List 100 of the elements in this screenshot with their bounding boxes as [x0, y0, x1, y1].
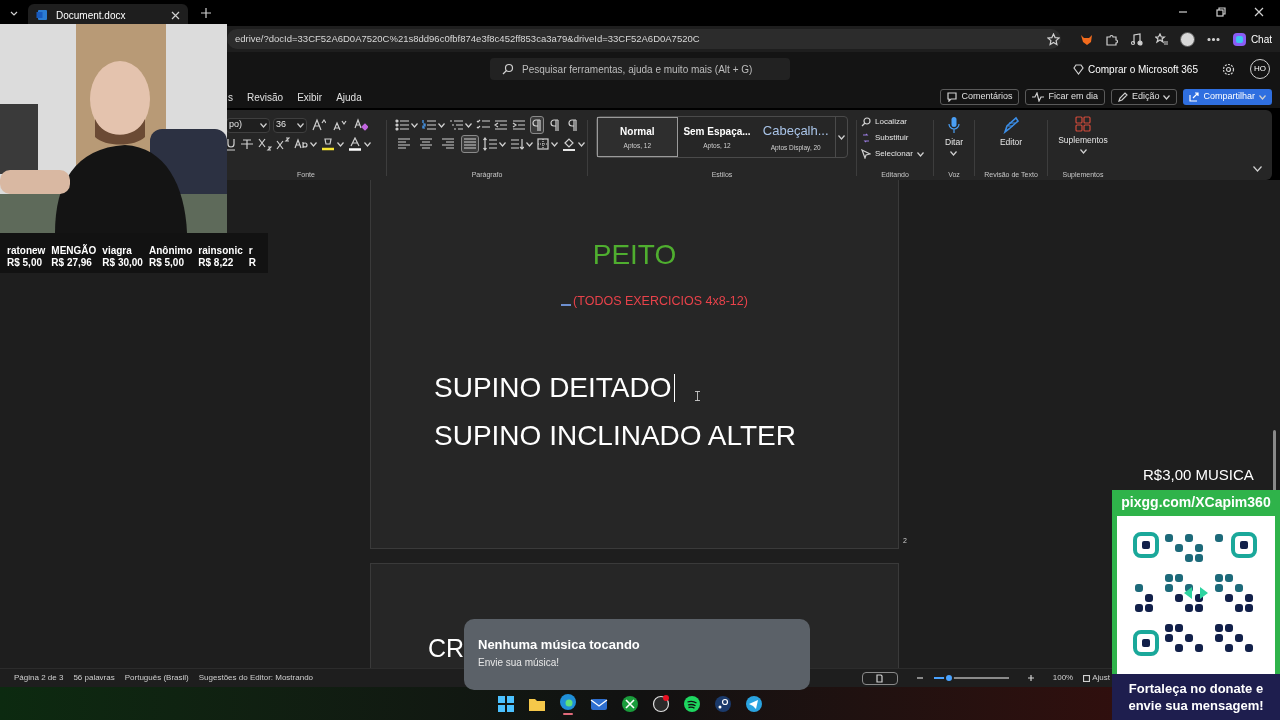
strikethrough-icon[interactable]	[240, 137, 254, 151]
buy-link[interactable]: Comprar o Microsoft 365	[1072, 61, 1198, 77]
clear-formatting-icon[interactable]	[354, 118, 368, 132]
fit-button[interactable]: Ajust	[1083, 672, 1110, 684]
fox-icon[interactable]	[1079, 32, 1093, 46]
status-text: Sugestões do Editor: Mostrando	[198, 672, 314, 684]
menu-tab[interactable]: Ajuda	[336, 89, 362, 105]
toast-title: Nenhuma música tocando	[478, 636, 641, 654]
chevron-down-icon[interactable]	[310, 141, 317, 147]
chat-button[interactable]: Chat	[1231, 31, 1272, 47]
ribbon-command[interactable]: Localizar	[861, 116, 929, 128]
cursor-icon	[861, 149, 871, 159]
font-color-icon[interactable]	[348, 137, 362, 151]
chevron-down-icon[interactable]	[499, 141, 506, 147]
new-tab-icon[interactable]	[200, 7, 212, 19]
menu-tab[interactable]: Exibir	[297, 89, 323, 105]
pilcrow-icon[interactable]	[550, 118, 560, 132]
chevron-down-icon[interactable]	[1163, 94, 1171, 100]
menu-tab[interactable]: Revisão	[247, 89, 284, 105]
recorder-icon[interactable]	[652, 694, 670, 713]
share-button[interactable]: Compartilhar	[1183, 89, 1272, 105]
align-right-icon[interactable]	[441, 137, 455, 151]
chevron-down-icon[interactable]	[526, 141, 533, 147]
browser-icon[interactable]	[559, 692, 577, 711]
puzzle-icon[interactable]	[1104, 32, 1118, 46]
view-button[interactable]	[861, 671, 898, 685]
close-icon[interactable]	[171, 10, 180, 20]
underline-icon[interactable]	[226, 137, 236, 151]
favorites-icon[interactable]	[1154, 32, 1168, 46]
numbered-list-icon[interactable]	[422, 118, 436, 132]
profile-avatar[interactable]	[1179, 31, 1195, 47]
chevron-down-icon[interactable]	[260, 122, 267, 128]
ribbon-button[interactable]: Editor	[999, 116, 1023, 149]
music-price: R$3,00 MUSICA	[1143, 465, 1254, 485]
change-case-icon[interactable]	[294, 137, 308, 151]
font-name-field[interactable]: po)	[226, 117, 270, 133]
page-icon	[876, 673, 884, 683]
pilcrow-icon[interactable]	[532, 118, 542, 132]
zoom-out-icon[interactable]	[915, 674, 924, 682]
donate-message: Fortaleça no donate e envie sua mensagem!	[1127, 680, 1265, 714]
increase-indent-icon[interactable]	[512, 118, 526, 132]
bullet-list-icon[interactable]	[395, 118, 409, 132]
decrease-indent-icon[interactable]	[494, 118, 508, 132]
paint-bucket-icon[interactable]	[562, 137, 576, 151]
restore-icon[interactable]	[1216, 7, 1226, 17]
sort-icon[interactable]	[510, 137, 524, 151]
subscript-icon[interactable]	[258, 137, 272, 151]
align-center-icon[interactable]	[419, 137, 433, 151]
chevron-down-icon[interactable]	[297, 122, 304, 128]
music-app-icon[interactable]	[683, 694, 701, 713]
font-size-field[interactable]: 36	[273, 117, 307, 133]
superscript-icon[interactable]	[276, 137, 290, 151]
justify-icon[interactable]	[463, 137, 477, 151]
zoom-in-icon[interactable]	[1026, 674, 1035, 682]
highlighter-icon[interactable]	[321, 137, 335, 151]
chevron-down-icon[interactable]	[551, 141, 558, 147]
pulse-icon	[1032, 92, 1045, 102]
close-icon[interactable]	[1254, 7, 1264, 17]
ribbon-command[interactable]: Substituir	[861, 132, 929, 144]
chevron-down-icon[interactable]	[1079, 148, 1087, 154]
toolbar-button[interactable]: Comentários	[940, 89, 1020, 105]
music-note-icon[interactable]	[1129, 32, 1143, 46]
grow-font-icon[interactable]	[312, 118, 326, 132]
toolbar-button[interactable]: Ficar em dia	[1025, 89, 1105, 105]
star-icon[interactable]	[1046, 32, 1060, 46]
ribbon-button[interactable]: Suplementos	[1058, 116, 1108, 154]
line-spacing-icon[interactable]	[483, 137, 497, 151]
menu-tab[interactable]: s	[228, 89, 233, 105]
pilcrow-icon[interactable]	[568, 118, 578, 132]
chevron-down-icon[interactable]	[337, 141, 344, 147]
paper-plane-icon[interactable]	[745, 694, 763, 713]
search-field[interactable]: Pesquisar ferramentas, ajuda e muito mais (Alt + G)	[490, 58, 790, 80]
zoom-slider-thumb[interactable]	[944, 673, 955, 683]
chevron-down-icon[interactable]	[411, 122, 418, 128]
chevron-down-icon[interactable]	[465, 122, 472, 128]
windows-start-icon[interactable]	[497, 694, 515, 713]
ribbon-button[interactable]: Ditar	[945, 116, 963, 156]
chevron-down-icon[interactable]	[916, 151, 924, 157]
donor-amount: R$ 27,96	[51, 257, 93, 269]
settings-icon[interactable]	[1222, 62, 1235, 76]
chevron-down-icon[interactable]	[438, 122, 445, 128]
status-text: Página 2 de 3	[14, 672, 64, 684]
zoom-level[interactable]: 100%	[1052, 672, 1074, 684]
ribbon-command[interactable]: Selecionar	[861, 148, 929, 160]
search-icon	[502, 63, 514, 75]
document-heading: PEITO	[592, 241, 677, 269]
donor-name: ratonew	[7, 245, 46, 257]
align-left-icon[interactable]	[397, 137, 411, 151]
chevron-down-icon[interactable]	[950, 150, 958, 156]
document-subtitle: (TODOS EXERCICIOS 4x8-12)	[573, 295, 748, 308]
chevron-down-icon[interactable]	[1253, 166, 1262, 172]
multilevel-list-icon[interactable]	[449, 118, 463, 132]
address-bar[interactable]: edrive/?docId=33CF52A6D0A7520C%21s8dd96c0fbf874e3f8c452ff853ca3a79&driveId=33CF52A6D0A7520C	[227, 29, 1061, 49]
chevron-down-icon[interactable]	[578, 141, 585, 147]
chevron-down-icon[interactable]	[838, 134, 845, 140]
borders-icon[interactable]	[537, 138, 549, 150]
editing-mode-button[interactable]: Edição	[1110, 89, 1178, 105]
browser-tab[interactable]: Document.docx	[28, 4, 188, 26]
chevron-down-icon[interactable]	[364, 141, 371, 147]
shrink-font-icon[interactable]	[333, 118, 347, 132]
